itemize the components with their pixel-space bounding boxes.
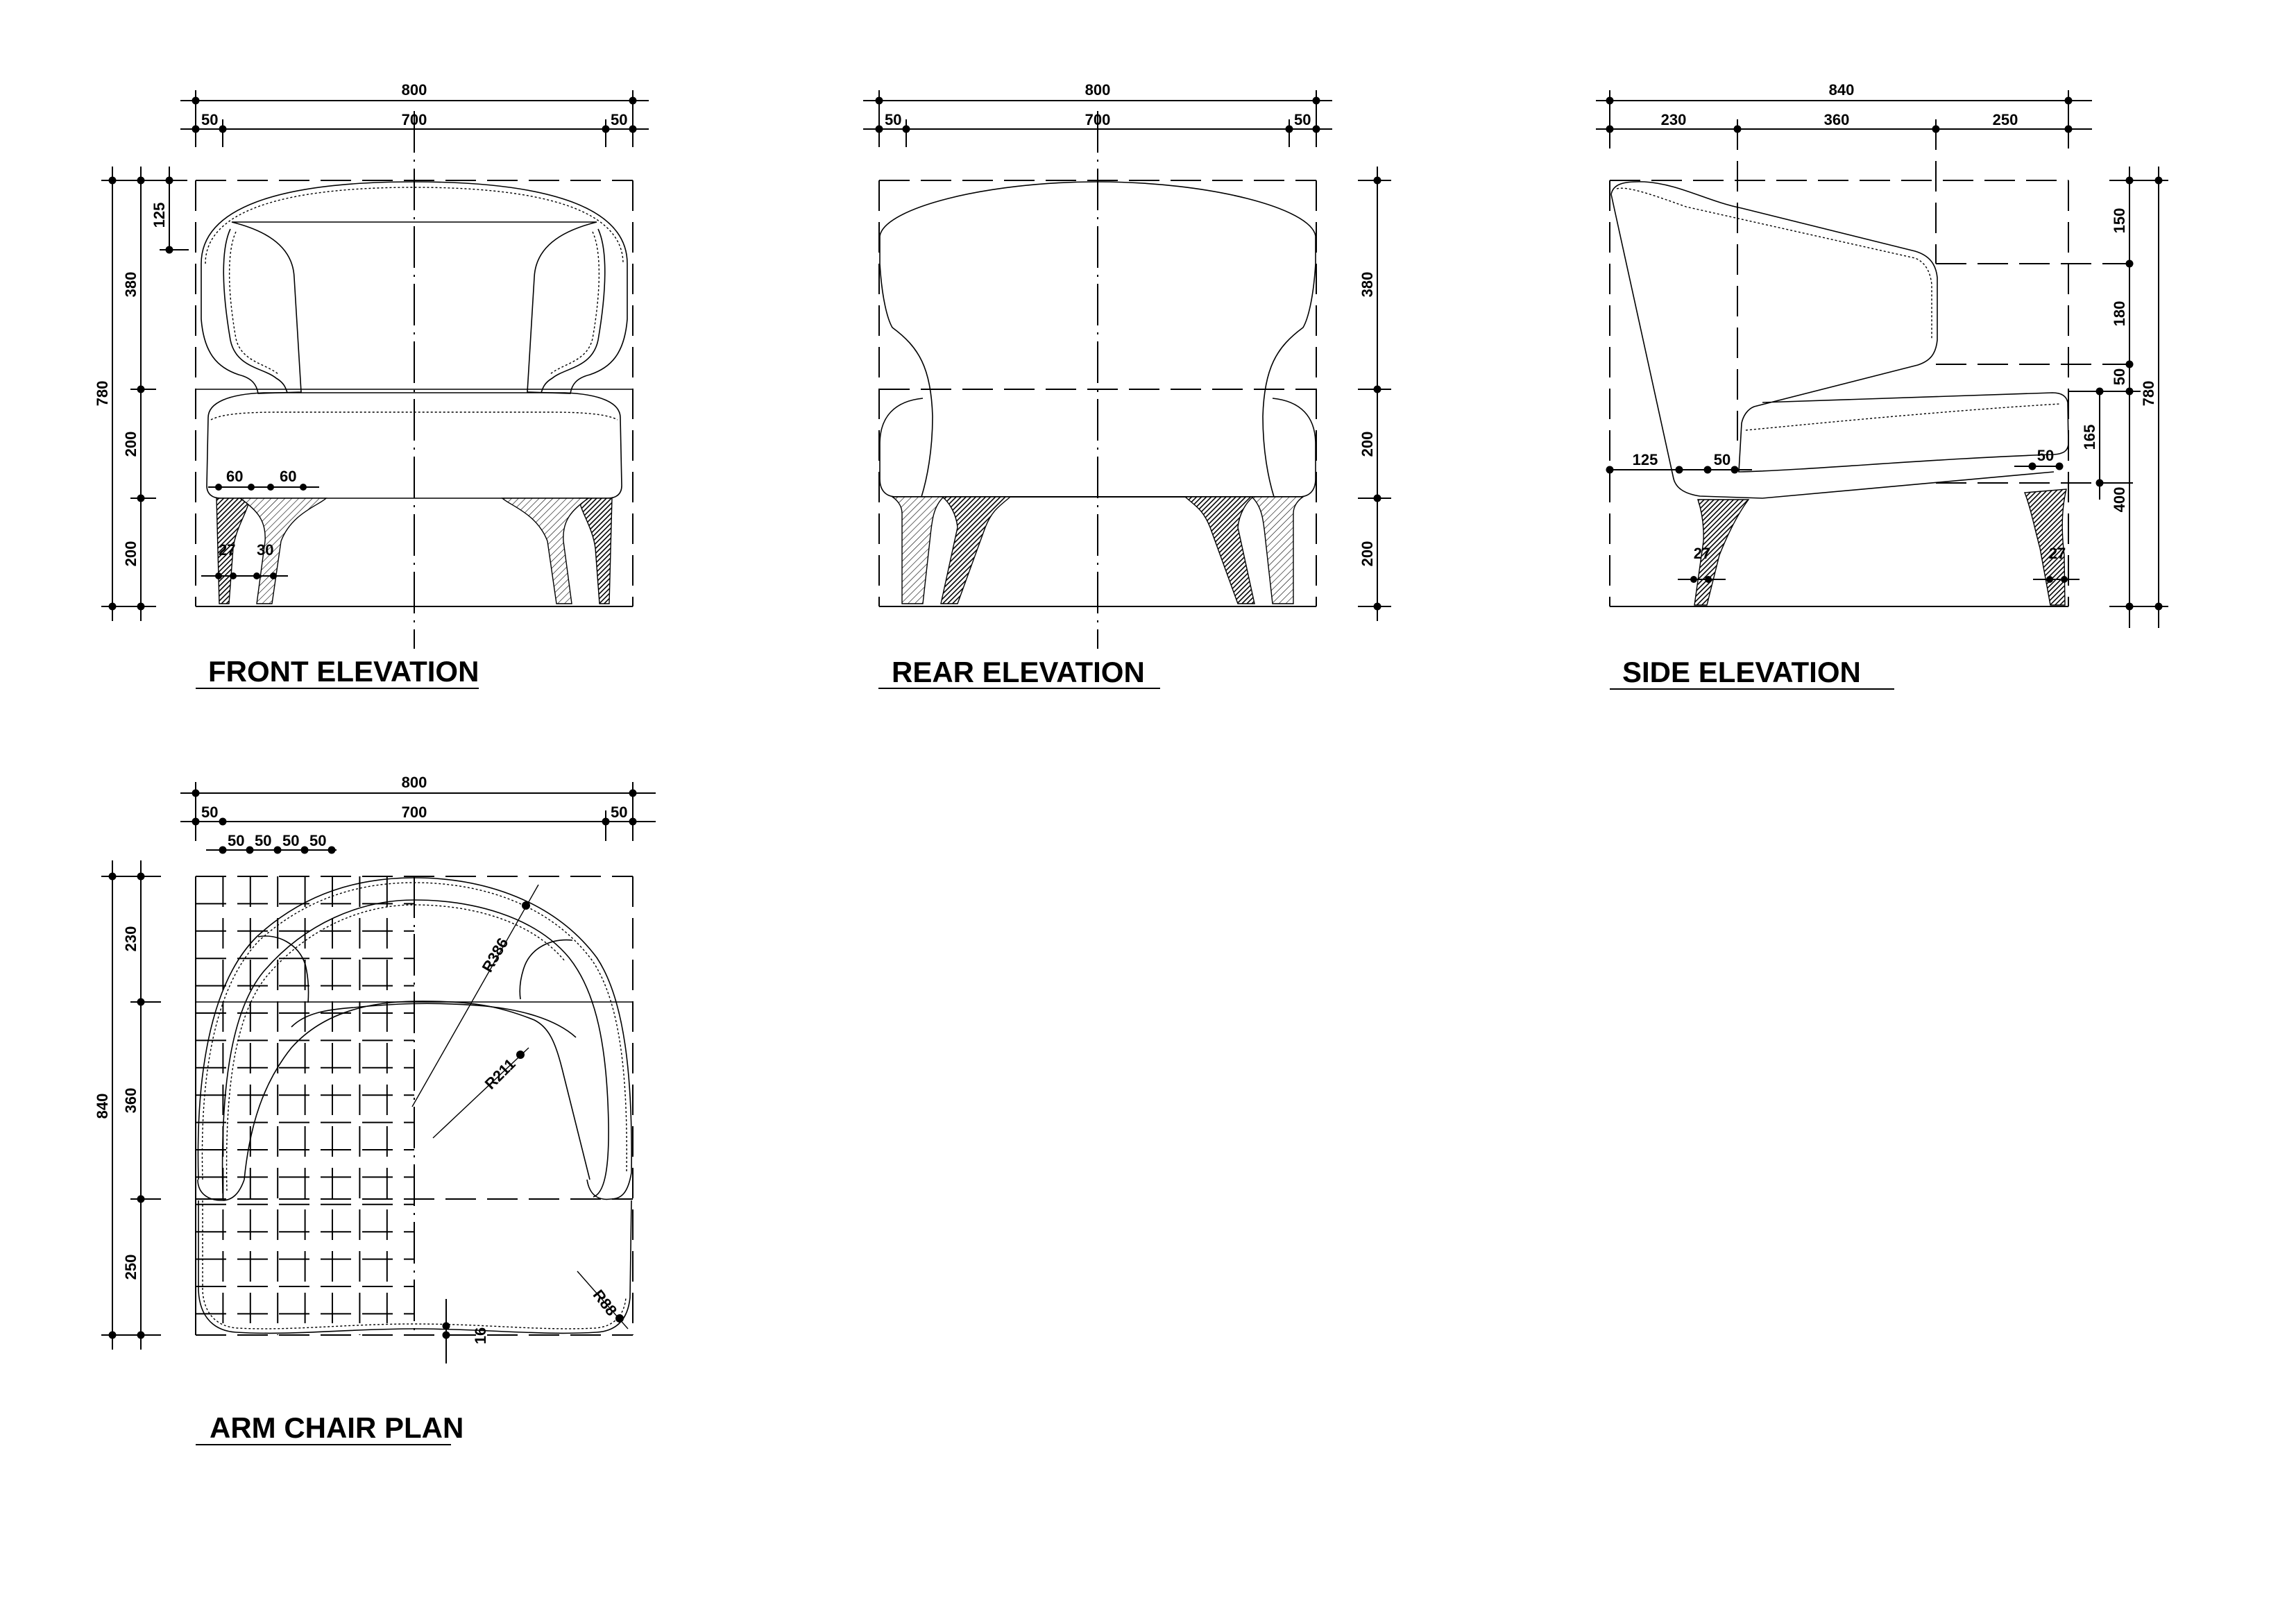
dim-seat-height: 200 — [1359, 432, 1376, 457]
plan-radius-outer: R386 — [479, 935, 512, 975]
dim-leg-top-a: 60 — [226, 468, 243, 485]
dim-overall-depth: 840 — [1829, 81, 1855, 99]
dim-right-margin: 50 — [611, 111, 627, 128]
dim-height-d: 165 — [2081, 425, 2098, 450]
arm-chair-plan-title: ARM CHAIR PLAN — [210, 1411, 464, 1444]
drawing-sheet: 800 50 700 50 780 380 125 200 200 60 60 … — [94, 81, 2168, 1445]
dim-overall-width: 800 — [1085, 81, 1111, 99]
dim-right-margin: 50 — [611, 804, 627, 821]
dim-back-top: 125 — [151, 203, 168, 228]
dim-height-c: 50 — [2111, 368, 2128, 385]
dim-leg-bottom-a: 27 — [219, 541, 235, 559]
plan-front-offset: 16 — [472, 1327, 489, 1344]
dim-grid-2: 50 — [255, 832, 271, 849]
dim-leg-height: 200 — [122, 541, 139, 567]
side-chair-drawing: 125 50 50 27 27 — [1606, 181, 2080, 606]
side-elevation: 840 230 360 250 150 180 50 165 400 780 1… — [1596, 81, 2168, 690]
dim-height-b: 180 — [2111, 301, 2128, 327]
dim-seat-height: 200 — [122, 432, 139, 457]
side-top-dimensions: 840 230 360 250 — [1596, 81, 2092, 441]
plan-top-dimensions: 800 50 700 50 50 50 50 50 — [180, 774, 656, 854]
dim-depth-a: 230 — [122, 926, 139, 952]
dim-depth-b: 360 — [122, 1088, 139, 1114]
front-left-dimensions: 780 380 125 200 200 — [94, 167, 189, 621]
dim-depth-c: 250 — [122, 1255, 139, 1280]
dim-left-margin: 50 — [201, 111, 218, 128]
dim-front-leg-bottom: 27 — [1694, 545, 1710, 562]
dim-overall-height: 780 — [94, 381, 111, 407]
plan-left-dimensions: 840 230 360 250 — [94, 860, 161, 1350]
dim-front-leg-top: 50 — [1714, 451, 1730, 468]
side-elevation-title: SIDE ELEVATION — [1622, 656, 1861, 688]
dim-depth-c: 250 — [1993, 111, 2018, 128]
dim-height-e: 400 — [2111, 487, 2128, 513]
dim-left-margin: 50 — [885, 111, 901, 128]
rear-right-dimensions: 380 200 200 — [1358, 167, 1391, 621]
dim-overall-width: 800 — [402, 774, 427, 791]
dim-leg-top-b: 60 — [280, 468, 296, 485]
dim-grid-4: 50 — [309, 832, 326, 849]
front-elevation: 800 50 700 50 780 380 125 200 200 60 60 … — [94, 81, 649, 689]
dim-back-height: 380 — [1359, 272, 1376, 298]
dim-leg-bottom-b: 30 — [257, 541, 273, 559]
leg-rear-left — [238, 498, 328, 604]
dim-height-a: 150 — [2111, 208, 2128, 234]
dim-back-height: 380 — [122, 272, 139, 298]
dim-front-leg-offset: 125 — [1633, 451, 1658, 468]
dim-grid-1: 50 — [228, 832, 244, 849]
dim-overall-width: 800 — [402, 81, 427, 99]
dim-rear-leg-bottom: 27 — [2049, 545, 2066, 562]
side-frame — [1609, 180, 2069, 607]
rear-frame — [878, 111, 1317, 649]
dim-overall-depth: 840 — [94, 1094, 111, 1119]
dim-left-margin: 50 — [201, 804, 218, 821]
arm-chair-plan: 800 50 700 50 50 50 50 50 840 230 360 25… — [94, 774, 656, 1445]
plan-radius-corner: R88 — [590, 1286, 621, 1319]
dim-overall-height: 780 — [2140, 381, 2157, 407]
plan-frame — [195, 876, 633, 1336]
rear-elevation: 800 50 700 50 380 200 200 REAR ELEVATION — [863, 81, 1391, 689]
front-elevation-title: FRONT ELEVATION — [208, 655, 479, 688]
rear-elevation-title: REAR ELEVATION — [892, 656, 1145, 688]
dim-depth-a: 230 — [1661, 111, 1687, 128]
dim-grid-3: 50 — [282, 832, 299, 849]
leg-rear-right — [501, 498, 590, 604]
dim-right-margin: 50 — [1294, 111, 1311, 128]
dim-rear-leg-top: 50 — [2037, 447, 2054, 464]
dim-depth-b: 360 — [1824, 111, 1850, 128]
dim-inner-width: 700 — [402, 804, 427, 821]
leg-front-right — [578, 498, 613, 604]
dim-leg-height: 200 — [1359, 541, 1376, 567]
